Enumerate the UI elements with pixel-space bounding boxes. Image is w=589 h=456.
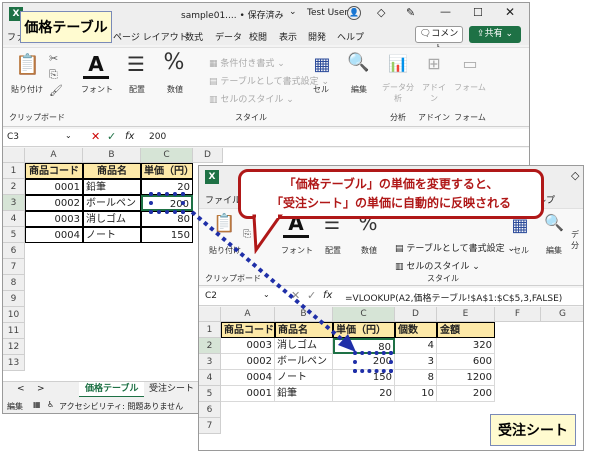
callout-pointer-shape (252, 214, 283, 254)
callout-line-2: 「受注シート」の単価に自動的に反映される (270, 196, 511, 210)
callout-pointer (252, 214, 283, 254)
callout-line-1: 「価格テーブル」の単価を変更すると、 (283, 177, 499, 191)
explanation-callout: 「価格テーブル」の単価を変更すると、 「受注シート」の単価に自動的に反映される (238, 169, 544, 219)
link-arrow (190, 210, 356, 352)
